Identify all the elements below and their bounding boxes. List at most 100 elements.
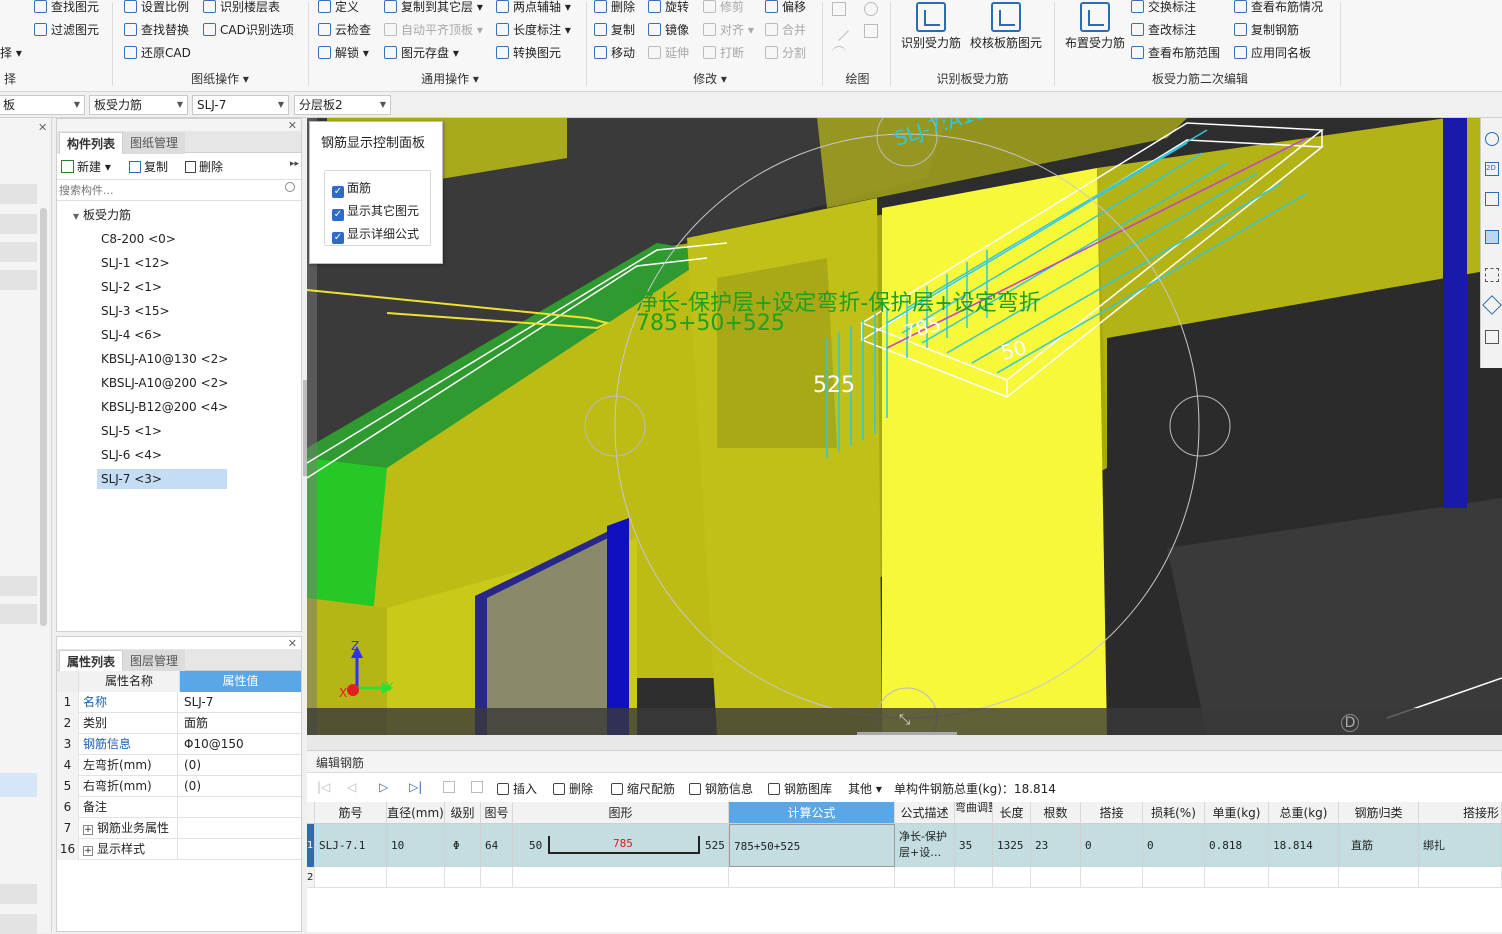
empty-cell[interactable] (1269, 867, 1339, 888)
group-label-modify[interactable]: 修改 ▾ (650, 70, 770, 88)
checkbox-top-rebar[interactable]: ✓ 面筋 (332, 178, 371, 198)
new-component-button[interactable]: 新建 ▾ (61, 157, 111, 177)
empty-cell[interactable] (729, 867, 895, 888)
rotate-button[interactable]: 旋转 (648, 0, 689, 17)
move-button[interactable]: 移动 (594, 43, 635, 63)
copy-rebar-button[interactable]: 复制钢筋 (1234, 20, 1299, 40)
scale-rebar-button[interactable]: 缩尺配筋 (611, 779, 675, 799)
copy-to-other-floor-button[interactable]: 复制到其它层 ▾ (384, 0, 483, 17)
tree-item-selected[interactable]: SLJ-7 <3> (97, 469, 227, 489)
cell-diameter[interactable]: 10 (387, 824, 445, 867)
check-slab-rebar-button[interactable]: 校核板筋图元 (967, 0, 1045, 51)
cell-loss[interactable]: 0 (1143, 824, 1205, 867)
empty-cell[interactable] (1205, 867, 1269, 888)
find-element-button[interactable]: 查找图元 (34, 0, 99, 17)
tree-item[interactable]: SLJ-4 <6> (97, 325, 162, 345)
cell-bend-adjust[interactable]: 35 (955, 824, 993, 867)
draw-arc-icon[interactable] (832, 46, 846, 60)
property-row-rebar-info[interactable]: 3 钢筋信息 Φ10@150 (57, 734, 301, 755)
tree-item[interactable]: SLJ-2 <1> (97, 277, 162, 297)
nav-item[interactable] (0, 270, 37, 290)
nav-item[interactable] (0, 242, 37, 262)
insert-button[interactable]: 插入 (497, 779, 537, 799)
cell-length[interactable]: 1325 (993, 824, 1031, 867)
filter-element-button[interactable]: 过滤图元 (34, 20, 99, 40)
2d-view-icon[interactable]: 2D (1485, 162, 1499, 176)
search-box[interactable] (57, 179, 301, 201)
other-dropdown[interactable]: 其他 ▾ (848, 779, 882, 799)
element-type-select[interactable]: 板 ▼ (0, 95, 85, 115)
empty-cell[interactable] (1419, 867, 1502, 888)
place-stress-rebar-button[interactable]: 布置受力筋 (1060, 0, 1130, 51)
more-arrow-icon[interactable]: ▸▸ (290, 159, 299, 169)
empty-cell[interactable] (445, 867, 481, 888)
tree-item[interactable]: KBSLJ-A10@200 <2> (97, 373, 228, 393)
empty-cell[interactable] (895, 867, 955, 888)
empty-cell[interactable] (993, 867, 1031, 888)
unlock-button[interactable]: 解锁 ▾ (318, 43, 369, 63)
nav-item[interactable] (0, 576, 37, 596)
tab-layer-management[interactable]: 图层管理 (123, 650, 186, 672)
copy-component-button[interactable]: 复制 (129, 157, 168, 177)
component-select[interactable]: SLJ-7 ▼ (192, 95, 289, 115)
nav-item[interactable] (0, 214, 37, 234)
search-icon[interactable] (285, 182, 295, 192)
property-row-business-attrs[interactable]: 7 + 钢筋业务属性 (57, 818, 301, 839)
mirror-button[interactable]: 镜像 (648, 20, 689, 40)
last-record-icon[interactable]: ▷| (409, 780, 422, 794)
tab-property-list[interactable]: 属性列表 (59, 650, 124, 672)
cell-shape[interactable]: 50 785 525 (513, 824, 729, 867)
empty-cell[interactable] (1339, 867, 1419, 888)
break-button[interactable]: 打断 (703, 43, 744, 63)
cell-total-weight[interactable]: 18.814 (1269, 824, 1339, 867)
row-marker[interactable]: 2 (307, 867, 315, 888)
two-point-axis-button[interactable]: 两点辅轴 ▾ (496, 0, 571, 17)
expand-plus-icon[interactable]: + (83, 846, 93, 856)
rebar-library-button[interactable]: 钢筋图库 (768, 779, 832, 799)
merge-button[interactable]: 合并 (765, 20, 806, 40)
split-button[interactable]: 分割 (765, 43, 806, 63)
convert-element-button[interactable]: 转换图元 (496, 43, 561, 63)
cell-figure-no[interactable]: 64 (481, 824, 513, 867)
empty-cell[interactable] (315, 867, 387, 888)
move-down-icon[interactable] (471, 781, 483, 793)
tree-item[interactable]: C8-200 <0> (97, 229, 176, 249)
draw-point-icon[interactable] (832, 2, 846, 16)
collapse-icon[interactable]: ⤡ (899, 712, 910, 728)
display-settings-icon[interactable] (1485, 330, 1499, 344)
tree-item[interactable]: KBSLJ-A10@130 <2> (97, 349, 228, 369)
copy-button[interactable]: 复制 (594, 20, 635, 40)
tab-component-list[interactable]: 构件列表 (59, 132, 124, 154)
cell-formula-desc[interactable]: 净长-保护层+设… (895, 824, 955, 867)
cell-count[interactable]: 23 (1031, 824, 1081, 867)
first-record-icon[interactable]: |◁ (317, 780, 330, 794)
row-marker[interactable]: 1 (307, 824, 315, 867)
select-dropdown[interactable]: 择 ▾ (0, 43, 22, 63)
cell-formula[interactable]: 785+50+525 (729, 824, 895, 867)
prev-record-icon[interactable]: ◁ (347, 780, 356, 794)
expand-plus-icon[interactable]: + (83, 825, 93, 835)
delete-button[interactable]: 删除 (594, 0, 635, 17)
tree-root[interactable]: ▼ 板受力筋 (69, 205, 131, 225)
cell-rebar-category[interactable]: 直筋 (1339, 824, 1419, 867)
element-subtype-select[interactable]: 板受力筋 ▼ (89, 95, 188, 115)
tree-item[interactable]: SLJ-1 <12> (97, 253, 170, 273)
dynamic-view-icon[interactable] (1482, 295, 1502, 315)
property-row-remark[interactable]: 6 备注 (57, 797, 301, 818)
3d-viewport[interactable]: SLJ-7:A10@150 净长-保护层+设定弯折-保护层+设定弯折 785+5… (307, 118, 1502, 735)
identify-floor-table-button[interactable]: 识别楼层表 (203, 0, 280, 17)
nav-item[interactable] (0, 914, 37, 934)
move-up-icon[interactable] (443, 781, 455, 793)
box-view-icon[interactable] (1485, 230, 1499, 244)
group-label-drawing-ops[interactable]: 图纸操作 ▾ (150, 70, 290, 88)
3d-view-icon[interactable] (1485, 192, 1499, 206)
tree-item[interactable]: KBSLJ-B12@200 <4> (97, 397, 228, 417)
property-row-category[interactable]: 2 类别 面筋 (57, 713, 301, 734)
orbit-icon[interactable] (1485, 132, 1499, 146)
cloud-check-button[interactable]: 云检查 (318, 20, 371, 40)
save-element-button[interactable]: 图元存盘 ▾ (384, 43, 459, 63)
rebar-info-button[interactable]: 钢筋信息 (689, 779, 753, 799)
draw-line-icon[interactable] (829, 21, 849, 41)
draw-circle-icon[interactable] (864, 2, 878, 16)
tab-drawing-management[interactable]: 图纸管理 (123, 132, 186, 154)
